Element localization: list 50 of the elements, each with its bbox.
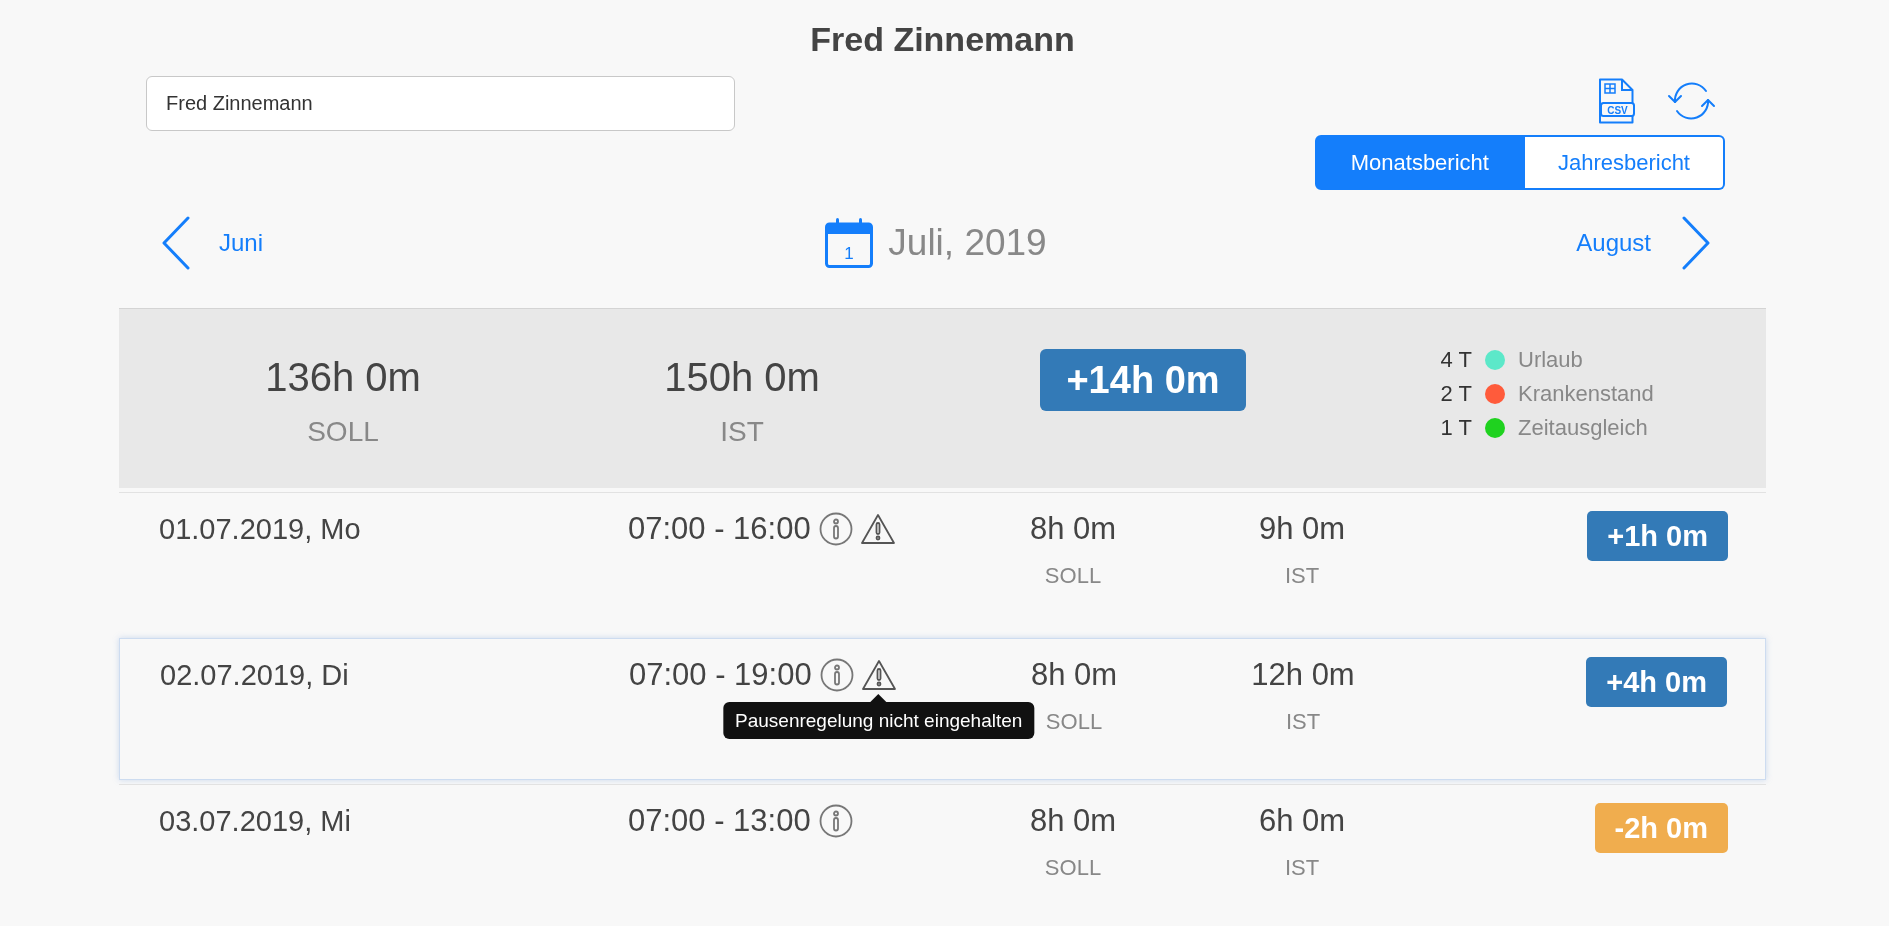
csv-file-icon[interactable]: CSV (1596, 78, 1635, 124)
absence-count: 1 T (1439, 414, 1472, 442)
search-field[interactable]: Fred Zinnemann (146, 76, 735, 131)
page-title: Fred Zinnemann (809, 19, 1076, 60)
hours-label: SOLL (1044, 562, 1102, 590)
total-label: IST (720, 416, 764, 448)
time-range: 07:00 - 16:00 (628, 511, 811, 547)
hours-value: 8h 0m (1029, 511, 1117, 547)
chevron-right-icon (1682, 215, 1711, 270)
balance-badge: +1h 0m (1587, 511, 1728, 561)
time-range: 07:00 - 19:00 (629, 657, 812, 693)
hours-value: 12h 0m (1251, 657, 1355, 693)
balance-badge: +14h 0m (1040, 349, 1246, 411)
total-value: 136h 0m (265, 354, 421, 401)
hours-value: 6h 0m (1258, 803, 1346, 839)
report-tab[interactable]: Jahresbericht (1524, 135, 1725, 190)
hours-label: IST (1284, 854, 1320, 882)
absence-label: Zeitausgleich (1518, 414, 1649, 442)
hours-label: SOLL (1044, 854, 1102, 882)
info-icon[interactable] (818, 804, 853, 838)
total-label: SOLL (307, 416, 379, 448)
hours-label: IST (1285, 708, 1321, 736)
report-tab[interactable]: Monatsbericht (1314, 135, 1525, 190)
day-date: 01.07.2019, Mo (159, 512, 362, 547)
total-value: 150h 0m (664, 354, 820, 401)
warning-icon[interactable] (859, 513, 896, 545)
absence-label: Urlaub (1518, 346, 1584, 374)
absence-count: 4 T (1439, 346, 1472, 374)
balance-badge: +4h 0m (1586, 657, 1727, 707)
absence-count: 2 T (1439, 380, 1472, 408)
day-row[interactable]: 02.07.2019, Di 07:00 - 19:00 Pausenregelung nicht eingehalten 8h 0m SOLL 12h 0m IST +4h 0m (119, 638, 1766, 780)
refresh-icon[interactable] (1666, 80, 1717, 122)
info-icon[interactable] (818, 512, 853, 546)
hours-value: 9h 0m (1258, 511, 1346, 547)
next-month-button[interactable]: August (1576, 215, 1711, 270)
day-date: 03.07.2019, Mi (159, 804, 352, 839)
absence-label: Krankenstand (1518, 380, 1654, 408)
hours-value: 8h 0m (1030, 657, 1118, 693)
previous-month-button[interactable]: Juni (161, 215, 264, 270)
warning-icon[interactable] (860, 659, 897, 691)
hours-value: 8h 0m (1029, 803, 1117, 839)
hours-label: IST (1284, 562, 1320, 590)
tooltip: Pausenregelung nicht eingehalten (723, 694, 1035, 739)
month-title: Juli, 2019 (888, 220, 1047, 265)
chevron-left-icon (161, 215, 190, 270)
info-icon[interactable] (819, 658, 854, 692)
time-range: 07:00 - 13:00 (628, 803, 811, 839)
balance-badge: -2h 0m (1594, 803, 1728, 853)
day-date: 02.07.2019, Di (160, 658, 350, 693)
hours-label: SOLL (1045, 708, 1103, 736)
